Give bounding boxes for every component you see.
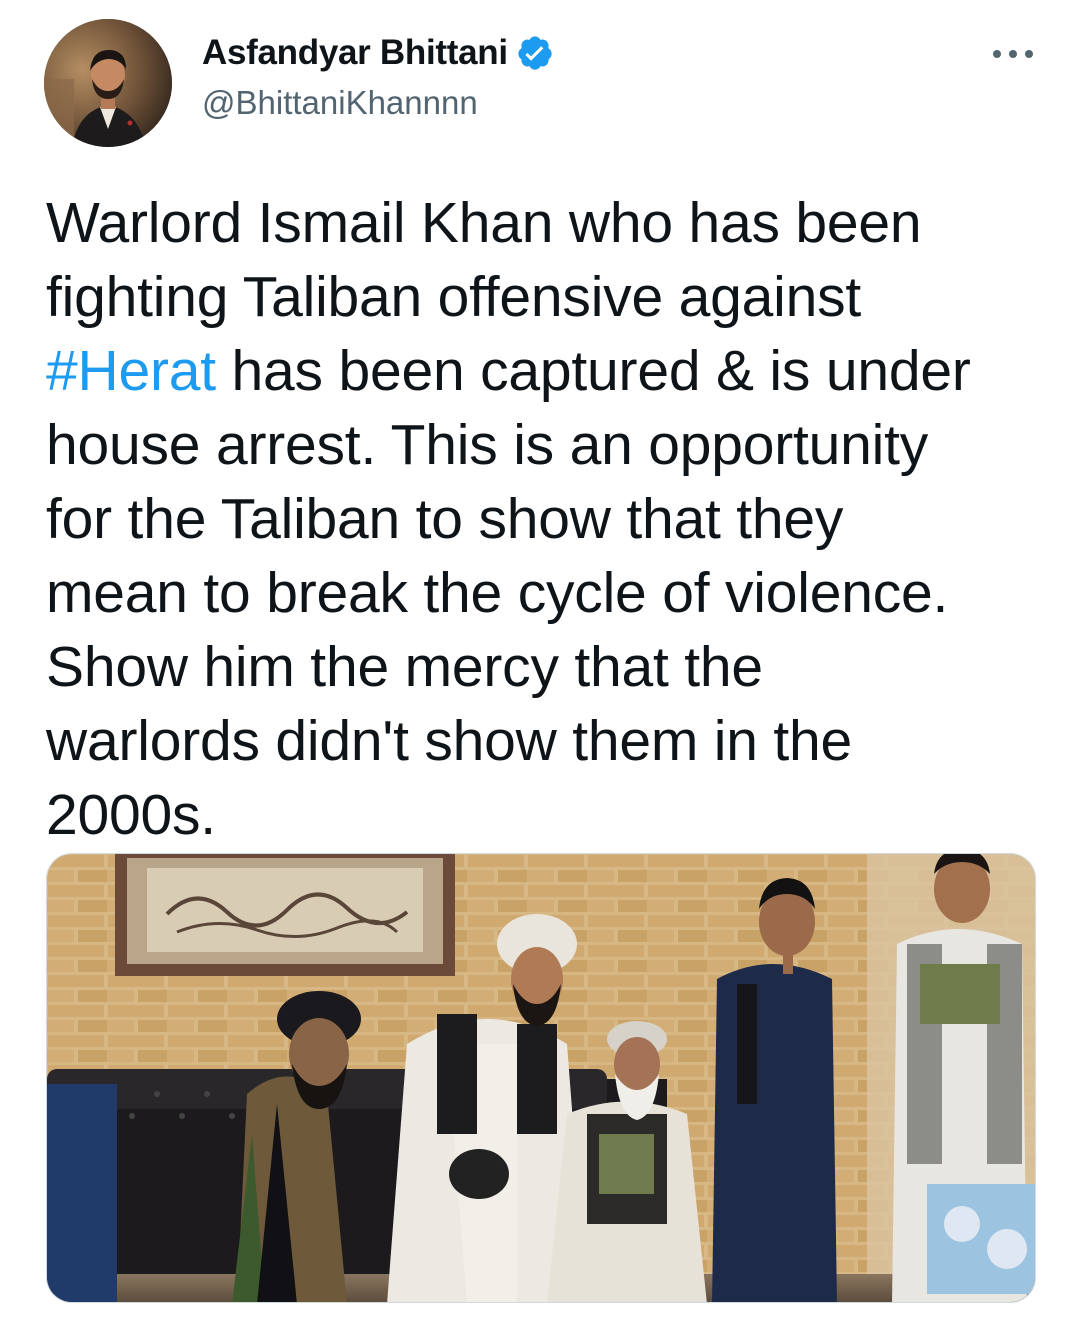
tweet-line: warlords didn't show them in the — [46, 709, 853, 773]
tweet-line: #Herat has been captured & is under — [46, 334, 1046, 408]
tweet-line: Show him the mercy that the — [46, 635, 763, 699]
tweet-photo[interactable] — [46, 853, 1036, 1303]
tweet-line: 2000s. — [46, 783, 216, 847]
verified-badge-icon — [516, 34, 554, 72]
more-options-button[interactable] — [990, 36, 1036, 72]
author-display-name[interactable]: Asfandyar Bhittani — [202, 33, 508, 73]
hashtag-link[interactable]: #Herat — [46, 339, 216, 403]
more-options-icon — [993, 50, 1033, 58]
tweet: Asfandyar Bhittani @BhittaniKhannnn Warl… — [0, 0, 1080, 1319]
tweet-line: Warlord Ismail Khan who has been — [46, 191, 922, 255]
tweet-line: mean to break the cycle of violence. — [46, 561, 949, 625]
tweet-line: fighting Taliban offensive against — [46, 265, 862, 329]
tweet-text: Warlord Ismail Khan who has been fightin… — [46, 186, 1046, 852]
author-handle[interactable]: @BhittaniKhannnn — [202, 84, 478, 122]
avatar[interactable] — [44, 19, 172, 147]
tweet-line: for the Taliban to show that they — [46, 487, 844, 551]
tweet-line: house arrest. This is an opportunity — [46, 413, 929, 477]
author-row: Asfandyar Bhittani — [202, 28, 554, 78]
tweet-line-text: has been captured & is under — [215, 339, 971, 403]
